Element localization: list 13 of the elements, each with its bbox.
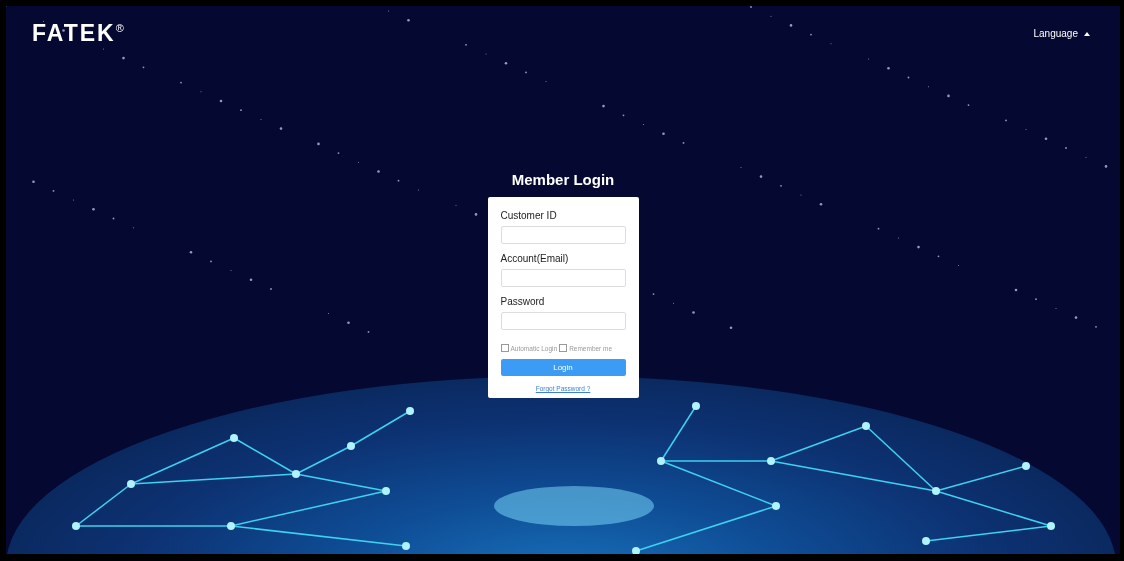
input-field[interactable] <box>500 312 626 330</box>
checkbox[interactable] <box>500 344 509 352</box>
checkbox[interactable] <box>559 344 568 352</box>
login-button[interactable]: Login <box>500 359 626 376</box>
brand-logo: FATEK$^{®}$ <box>32 20 124 47</box>
field-label: Account(Email) <box>500 253 570 264</box>
field-label: Customer ID <box>500 210 558 221</box>
input-field[interactable] <box>500 226 626 244</box>
login-title: Member Login <box>511 171 615 188</box>
field-label: Password <box>500 296 546 307</box>
language-menu[interactable]: Language <box>1033 28 1090 39</box>
input-field[interactable] <box>500 269 626 287</box>
caret-icon <box>1084 31 1090 36</box>
